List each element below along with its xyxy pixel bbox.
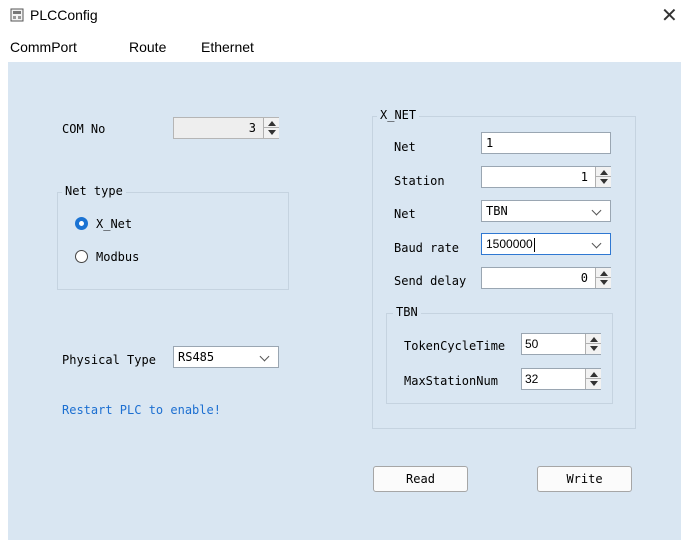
tbn-group [386,313,613,404]
write-button[interactable]: Write [537,466,632,492]
token-cycle-label: TokenCycleTime [404,339,506,353]
station-spin-buttons[interactable] [595,167,611,187]
baud-rate-select[interactable]: 1500000 [481,233,611,255]
token-cycle-spin-buttons[interactable] [585,334,601,354]
station-value: 1 [580,170,588,184]
token-cycle-spinbox[interactable]: 50 [521,333,601,355]
max-station-spinbox[interactable]: 32 [521,368,601,390]
net-label: Net [394,140,416,154]
net-type2-value: TBN [486,204,508,218]
com-no-spin-buttons[interactable] [263,118,279,138]
net-type-group [57,192,289,290]
menu-commport[interactable]: CommPort [10,39,77,55]
net-type-title: Net type [62,184,126,198]
tbn-title: TBN [393,305,421,319]
close-icon[interactable]: ✕ [661,3,678,28]
com-no-label: COM No [62,122,106,136]
menu-ethernet[interactable]: Ethernet [201,39,254,55]
net-type2-select[interactable]: TBN [481,200,611,222]
radio-xnet[interactable] [75,217,88,230]
com-no-spinbox[interactable]: 3 [173,117,279,139]
xnet-title: X_NET [377,108,420,122]
net-type2-label: Net [394,207,416,221]
max-station-label: MaxStationNum [404,374,498,388]
send-delay-spin-buttons[interactable] [595,268,611,288]
baud-rate-value: 1500000 [486,237,533,251]
restart-note: Restart PLC to enable! [62,403,221,417]
radio-xnet-label: X_Net [96,217,133,231]
net-value: 1 [486,136,494,150]
station-label: Station [394,174,445,188]
window-title: PLCConfig [30,7,98,23]
physical-type-label: Physical Type [62,353,156,367]
title-bar [0,0,681,32]
read-button[interactable]: Read [373,466,468,492]
max-station-spin-buttons[interactable] [585,369,601,389]
text-caret [533,237,535,252]
baud-rate-label: Baud rate [394,241,460,255]
radio-modbus-label: Modbus [96,250,140,264]
send-delay-label: Send delay [394,274,467,288]
menu-route[interactable]: Route [129,39,166,55]
station-spinbox[interactable]: 1 [481,166,611,188]
send-delay-value: 0 [580,271,588,285]
send-delay-spinbox[interactable]: 0 [481,267,611,289]
menu-bar [0,32,681,62]
app-icon [10,8,24,22]
radio-modbus[interactable] [75,250,88,263]
net-input[interactable]: 1 [481,132,611,154]
physical-type-select[interactable]: RS485 [173,346,279,368]
